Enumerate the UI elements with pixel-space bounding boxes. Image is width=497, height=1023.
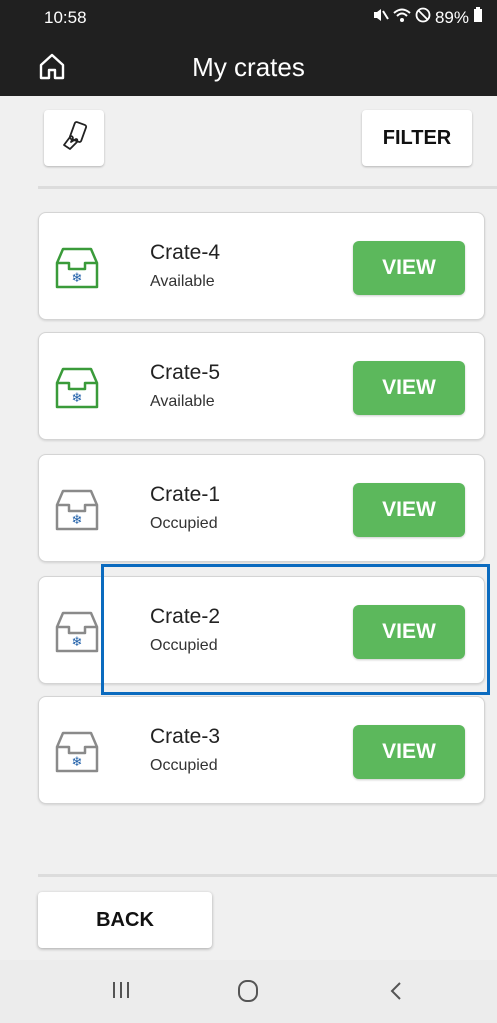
scan-button[interactable] [44,110,104,166]
wifi-icon [393,7,411,28]
crate-status: Available [150,273,215,290]
mute-icon [371,7,389,28]
filter-button[interactable]: FILTER [362,110,472,166]
view-button[interactable]: VIEW [353,361,465,415]
crate-icon: ❄ [53,245,101,291]
home-circle-icon[interactable] [236,978,260,1004]
app-bar: My crates [0,36,497,96]
hand-phone-icon [60,120,88,156]
view-button[interactable]: VIEW [353,483,465,537]
view-button[interactable]: VIEW [353,725,465,779]
crate-icon: ❄ [53,365,101,411]
crate-name: Crate-1 [150,483,221,506]
do-not-disturb-icon [415,7,431,28]
crate-name: Crate-3 [150,725,221,748]
crate-status: Occupied [150,515,218,532]
svg-text:❄: ❄ [72,513,83,528]
battery-level: 89% [434,7,469,27]
system-nav-bar [0,960,497,1023]
list-item: ❄ Crate-5 Available VIEW [38,332,485,440]
crate-name: Crate-5 [150,361,221,384]
svg-text:❄: ❄ [72,391,83,406]
divider [38,874,497,877]
battery-icon [473,7,483,28]
page-title: My crates [192,52,305,82]
recent-apps-icon[interactable] [110,978,132,1002]
crate-name: Crate-4 [150,241,221,264]
crate-status: Occupied [150,757,218,774]
status-icons: 89% [371,7,483,28]
svg-text:❄: ❄ [72,271,83,286]
status-bar: 10:58 89% [0,0,497,36]
crate-status: Available [150,393,215,410]
list-item: ❄ Crate-4 Available VIEW [38,212,485,320]
back-chevron-icon[interactable] [386,978,406,1004]
divider [38,186,497,189]
list-item: ❄ Crate-3 Occupied VIEW [38,696,485,804]
crate-icon: ❄ [53,729,101,775]
crate-icon: ❄ [53,487,101,533]
svg-text:❄: ❄ [72,755,83,770]
status-time: 10:58 [44,8,87,27]
list-item: ❄ Crate-1 Occupied VIEW [38,454,485,562]
selection-highlight [101,564,490,695]
toolbar: FILTER [0,96,497,188]
crate-icon: ❄ [53,609,101,655]
view-button[interactable]: VIEW [353,241,465,295]
back-button[interactable]: BACK [38,892,212,948]
svg-text:❄: ❄ [72,635,83,650]
